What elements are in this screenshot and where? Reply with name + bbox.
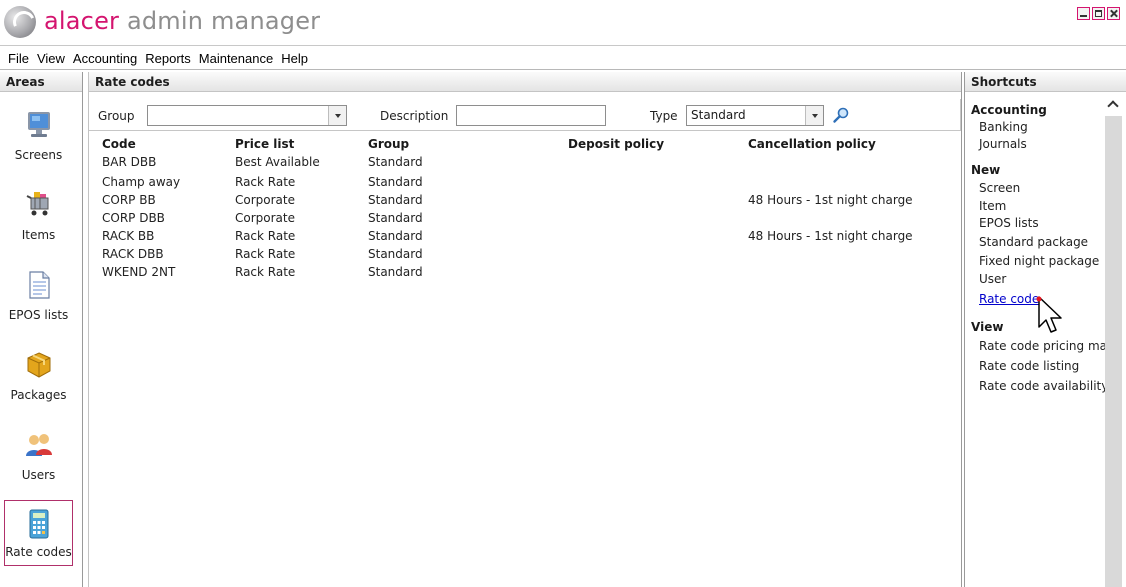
description-filter-input[interactable] xyxy=(456,105,606,126)
column-header-cancellation-policy[interactable]: Cancellation policy xyxy=(748,137,876,151)
menu-bar: File View Accounting Reports Maintenance… xyxy=(0,48,1126,70)
shortcut-rate-code-pricing-map[interactable]: Rate code pricing map xyxy=(979,339,1105,353)
row-code: Champ away xyxy=(102,175,181,189)
area-label: Users xyxy=(21,468,56,482)
area-items[interactable]: Items xyxy=(4,182,73,248)
column-header-price-list[interactable]: Price list xyxy=(235,137,294,151)
chevron-down-icon[interactable] xyxy=(805,106,823,125)
title-bar: alacer admin manager xyxy=(0,0,1126,46)
menu-file[interactable]: File xyxy=(4,49,33,69)
row-code: RACK DBB xyxy=(102,247,164,261)
calculator-icon xyxy=(29,509,48,539)
area-rate-codes[interactable]: Rate codes xyxy=(4,500,73,566)
shortcut-rate-code-availability[interactable]: Rate code availability xyxy=(979,379,1105,393)
column-header-group[interactable]: Group xyxy=(368,137,409,151)
shortcut-new-user[interactable]: User xyxy=(979,272,1006,286)
shortcut-new-item[interactable]: Item xyxy=(979,199,1006,213)
row-group: Standard xyxy=(368,155,423,169)
shortcuts-header: Shortcuts xyxy=(965,72,1126,92)
monitor-icon xyxy=(27,112,50,137)
row-price-list: Rack Rate xyxy=(235,175,296,189)
shortcut-new-rate-code[interactable]: Rate code xyxy=(979,292,1039,306)
area-label: Items xyxy=(21,228,56,242)
scroll-track[interactable] xyxy=(1105,116,1122,587)
app-brand: alacer xyxy=(44,7,120,35)
window-controls xyxy=(1077,7,1120,20)
area-label: Packages xyxy=(10,388,67,402)
shortcut-journals[interactable]: Journals xyxy=(979,137,1027,151)
shortcut-new-screen[interactable]: Screen xyxy=(979,181,1020,195)
close-icon[interactable] xyxy=(1107,7,1120,20)
row-price-list: Corporate xyxy=(235,211,295,225)
description-filter-label: Description xyxy=(380,109,449,123)
area-label: EPOS lists xyxy=(8,308,69,322)
row-code: WKEND 2NT xyxy=(102,265,176,279)
rate-codes-panel: Rate codes Group Description Type Standa… xyxy=(88,72,962,587)
row-code: CORP DBB xyxy=(102,211,165,225)
area-screens[interactable]: Screens xyxy=(4,102,73,168)
row-code: BAR DBB xyxy=(102,155,157,169)
column-header-code[interactable]: Code xyxy=(102,137,136,151)
row-code: RACK BB xyxy=(102,229,155,243)
menu-accounting[interactable]: Accounting xyxy=(69,49,141,69)
shortcut-rate-code-listing[interactable]: Rate code listing xyxy=(979,359,1079,373)
row-group: Standard xyxy=(368,193,423,207)
area-users[interactable]: Users xyxy=(4,422,73,488)
shortcut-group-accounting: Accounting xyxy=(971,103,1047,117)
alacer-logo-icon xyxy=(4,6,36,38)
group-filter-select[interactable] xyxy=(147,105,347,126)
app-title-rest: admin manager xyxy=(119,7,321,35)
type-filter-value: Standard xyxy=(691,108,746,122)
menu-view[interactable]: View xyxy=(33,49,69,69)
shortcuts-scrollbar[interactable] xyxy=(1105,94,1122,587)
document-icon xyxy=(28,271,50,299)
row-price-list: Rack Rate xyxy=(235,247,296,261)
row-code: CORP BB xyxy=(102,193,156,207)
row-group: Standard xyxy=(368,211,423,225)
row-group: Standard xyxy=(368,265,423,279)
app-title: alacer admin manager xyxy=(44,7,320,35)
scroll-up-icon[interactable] xyxy=(1105,94,1122,116)
package-icon xyxy=(27,352,50,378)
shortcut-new-standard-package[interactable]: Standard package xyxy=(979,235,1088,249)
row-price-list: Rack Rate xyxy=(235,265,296,279)
row-group: Standard xyxy=(368,175,423,189)
row-price-list: Rack Rate xyxy=(235,229,296,243)
row-cancellation-policy: 48 Hours - 1st night charge xyxy=(748,229,913,243)
shortcut-group-new: New xyxy=(971,163,1001,177)
minimize-icon[interactable] xyxy=(1077,7,1090,20)
areas-panel: Areas Screens Items EPOS lists Packages … xyxy=(0,72,83,587)
menu-help[interactable]: Help xyxy=(277,49,312,69)
area-packages[interactable]: Packages xyxy=(4,342,73,408)
search-icon[interactable] xyxy=(832,106,850,124)
rate-codes-header: Rate codes xyxy=(89,72,961,92)
type-filter-label: Type xyxy=(650,109,678,123)
row-cancellation-policy: 48 Hours - 1st night charge xyxy=(748,193,913,207)
chevron-down-icon[interactable] xyxy=(328,106,346,125)
row-group: Standard xyxy=(368,229,423,243)
shortcut-new-epos-lists[interactable]: EPOS lists xyxy=(979,216,1039,230)
area-label: Rate codes xyxy=(5,545,72,559)
row-group: Standard xyxy=(368,247,423,261)
mouse-pointer-icon xyxy=(1036,296,1062,333)
shortcut-group-view: View xyxy=(971,320,1004,334)
group-filter-label: Group xyxy=(98,109,135,123)
shortcut-banking[interactable]: Banking xyxy=(979,120,1028,134)
menu-reports[interactable]: Reports xyxy=(141,49,195,69)
area-label: Screens xyxy=(14,148,63,162)
areas-header: Areas xyxy=(0,72,82,92)
column-header-deposit-policy[interactable]: Deposit policy xyxy=(568,137,664,151)
shortcuts-list: Accounting Banking Journals New Screen I… xyxy=(965,92,1105,587)
row-price-list: Corporate xyxy=(235,193,295,207)
area-epos-lists[interactable]: EPOS lists xyxy=(4,262,73,328)
shortcut-new-fixed-night-package[interactable]: Fixed night package xyxy=(979,254,1099,268)
users-icon xyxy=(25,434,52,456)
maximize-icon[interactable] xyxy=(1092,7,1105,20)
row-price-list: Best Available xyxy=(235,155,320,169)
type-filter-select[interactable]: Standard xyxy=(686,105,824,126)
shopping-cart-icon xyxy=(26,192,48,216)
filter-bar: Group Description Type Standard xyxy=(89,99,961,131)
menu-maintenance[interactable]: Maintenance xyxy=(195,49,277,69)
